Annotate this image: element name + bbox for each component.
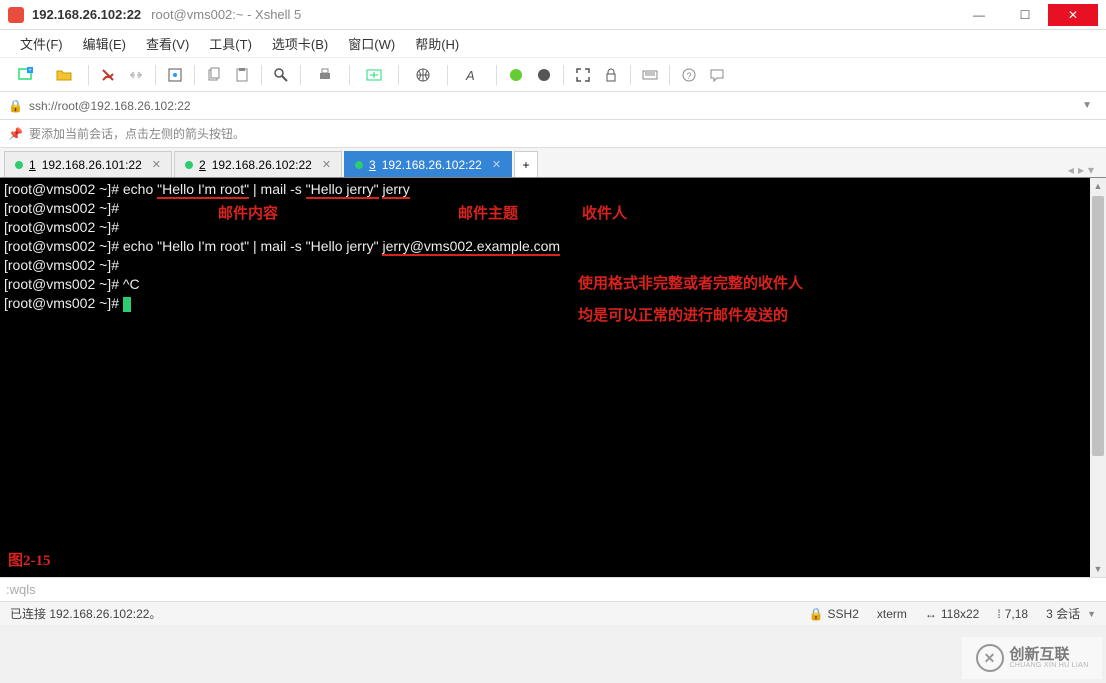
pin-icon[interactable]: 📌 <box>8 127 23 141</box>
svg-text:?: ? <box>686 71 691 81</box>
maximize-button[interactable]: ☐ <box>1002 4 1048 26</box>
menu-help[interactable]: 帮助(H) <box>407 31 467 56</box>
tab-menu-icon[interactable]: ▾ <box>1088 163 1094 177</box>
copy-button[interactable] <box>201 62 227 88</box>
tab-prev-icon[interactable]: ◂ <box>1068 163 1074 177</box>
terminal[interactable]: [root@vms002 ~]# echo "Hello I'm root" |… <box>0 178 1106 577</box>
color-button[interactable] <box>503 62 529 88</box>
watermark-icon: ✕ <box>976 644 1004 672</box>
new-tab-button[interactable]: + <box>514 151 538 177</box>
annotation-mail-content: 邮件内容 <box>218 204 278 223</box>
menu-window[interactable]: 窗口(W) <box>340 31 403 56</box>
annotation-recipient: 收件人 <box>582 204 627 223</box>
feedback-button[interactable] <box>704 62 730 88</box>
scroll-up-icon[interactable]: ▲ <box>1090 178 1106 194</box>
tab-num: 3 <box>369 158 376 172</box>
open-button[interactable] <box>46 62 82 88</box>
svg-text:A: A <box>465 68 475 83</box>
tab-label: 192.168.26.102:22 <box>382 158 482 172</box>
title-suffix: root@vms002:~ - Xshell 5 <box>151 7 301 22</box>
keyboard-button[interactable] <box>637 62 663 88</box>
paste-button[interactable] <box>229 62 255 88</box>
tab-num: 1 <box>29 158 36 172</box>
close-button[interactable]: ✕ <box>1048 4 1098 26</box>
lock-button[interactable] <box>598 62 624 88</box>
tab-3-active[interactable]: 3 192.168.26.102:22 ✕ <box>344 151 512 177</box>
language-button[interactable] <box>405 62 441 88</box>
lock-small-icon: 🔒 <box>809 607 824 621</box>
title-bar: 192.168.26.102:22 root@vms002:~ - Xshell… <box>0 0 1106 30</box>
status-dot-icon <box>185 161 193 169</box>
figure-label: 图2-15 <box>8 552 51 571</box>
help-button[interactable]: ? <box>676 62 702 88</box>
hint-bar: 📌 要添加当前会话，点击左侧的箭头按钮。 <box>0 120 1106 148</box>
status-term: xterm <box>877 607 907 621</box>
menu-tabs[interactable]: 选项卡(B) <box>264 31 336 56</box>
menu-view[interactable]: 查看(V) <box>138 31 197 56</box>
input-text: :wqls <box>6 582 36 597</box>
status-connected: 已连接 192.168.26.102:22。 <box>10 605 161 622</box>
annotation-mail-subject: 邮件主题 <box>458 204 518 223</box>
tab-next-icon[interactable]: ▸ <box>1078 163 1084 177</box>
address-text[interactable]: ssh://root@192.168.26.102:22 <box>29 99 1076 113</box>
xftp-button[interactable] <box>356 62 392 88</box>
address-bar: 🔒 ssh://root@192.168.26.102:22 ▼ <box>0 92 1106 120</box>
watermark: ✕ 创新互联 CHUANG XIN HU LIAN <box>962 637 1102 679</box>
tab-label: 192.168.26.102:22 <box>212 158 312 172</box>
status-sessions: 3 会话 <box>1046 605 1080 622</box>
disconnect-button[interactable] <box>123 62 149 88</box>
app-icon <box>8 7 24 23</box>
pos-icon: ⁞ <box>997 607 1000 621</box>
command-input-bar[interactable]: :wqls <box>0 577 1106 601</box>
watermark-sub: CHUANG XIN HU LIAN <box>1010 662 1089 669</box>
status-ssh: SSH2 <box>828 607 859 621</box>
svg-text:+: + <box>28 68 32 74</box>
tab-1[interactable]: 1 192.168.26.101:22 ✕ <box>4 151 172 177</box>
tab-close-icon[interactable]: ✕ <box>152 158 161 171</box>
tab-bar: 1 192.168.26.101:22 ✕ 2 192.168.26.102:2… <box>0 148 1106 178</box>
tab-2[interactable]: 2 192.168.26.102:22 ✕ <box>174 151 342 177</box>
toolbar: + A ? <box>0 58 1106 92</box>
find-button[interactable] <box>268 62 294 88</box>
address-dropdown-icon[interactable]: ▼ <box>1076 100 1098 111</box>
status-dot-icon <box>355 161 363 169</box>
menu-bar: 文件(F) 编辑(E) 查看(V) 工具(T) 选项卡(B) 窗口(W) 帮助(… <box>0 30 1106 58</box>
terminal-scrollbar[interactable]: ▲ ▼ <box>1090 178 1106 577</box>
properties-button[interactable] <box>162 62 188 88</box>
lock-icon: 🔒 <box>8 99 23 113</box>
size-icon: ↔ <box>925 607 937 621</box>
status-bar: 已连接 192.168.26.102:22。 🔒 SSH2 xterm ↔ 118x… <box>0 601 1106 625</box>
tab-close-icon[interactable]: ✕ <box>322 158 331 171</box>
tab-label: 192.168.26.101:22 <box>42 158 142 172</box>
scroll-down-icon[interactable]: ▼ <box>1090 561 1106 577</box>
annotation-note1: 使用格式非完整或者完整的收件人 <box>578 274 803 293</box>
fullscreen-button[interactable] <box>570 62 596 88</box>
new-session-button[interactable]: + <box>8 62 44 88</box>
tab-close-icon[interactable]: ✕ <box>492 158 501 171</box>
tab-num: 2 <box>199 158 206 172</box>
terminal-cursor <box>123 297 131 312</box>
status-pos: 7,18 <box>1005 607 1028 621</box>
status-size: 118x22 <box>941 607 979 621</box>
status-dot-icon <box>15 161 23 169</box>
sessions-dropdown-icon[interactable]: ▼ <box>1087 609 1096 619</box>
menu-edit[interactable]: 编辑(E) <box>75 31 134 56</box>
reconnect-button[interactable] <box>95 62 121 88</box>
scroll-thumb[interactable] <box>1092 196 1104 456</box>
color2-button[interactable] <box>531 62 557 88</box>
print-button[interactable] <box>307 62 343 88</box>
watermark-text: 创新互联 <box>1010 647 1089 662</box>
annotation-note2: 均是可以正常的进行邮件发送的 <box>578 306 788 325</box>
hint-text: 要添加当前会话，点击左侧的箭头按钮。 <box>29 125 245 142</box>
tab-nav: ◂ ▸ ▾ <box>1068 163 1102 177</box>
minimize-button[interactable]: — <box>956 4 1002 26</box>
title-host: 192.168.26.102:22 <box>32 7 141 22</box>
menu-file[interactable]: 文件(F) <box>12 31 71 56</box>
menu-tools[interactable]: 工具(T) <box>201 31 260 56</box>
font-button[interactable]: A <box>454 62 490 88</box>
